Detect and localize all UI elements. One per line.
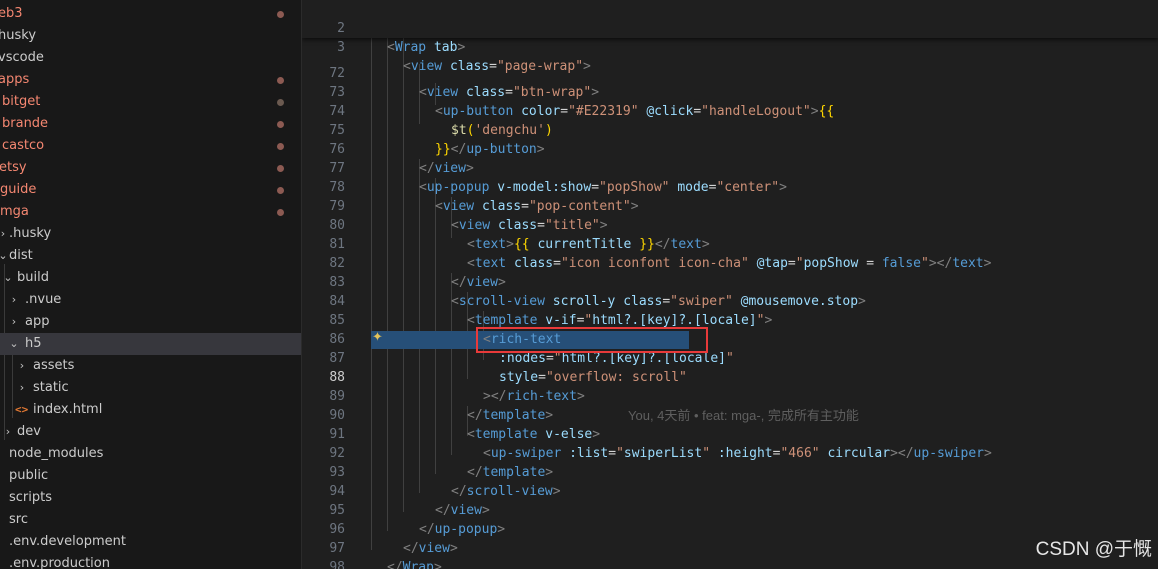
tree-item-env-production[interactable]: .env.production: [0, 553, 301, 569]
code-line[interactable]: 90 <template v-else>: [302, 387, 1158, 442]
code-line[interactable]: 93 </scroll-view>: [302, 444, 1158, 499]
tree-item-bitget[interactable]: bitget: [0, 91, 301, 113]
sticky-line[interactable]: 2 <Wrap tab>: [302, 0, 1158, 55]
code-line[interactable]: 95 </up-popup>: [302, 482, 1158, 537]
chevron-right-icon: ›: [19, 359, 25, 372]
code-line[interactable]: 76 </view>: [302, 121, 1158, 176]
code-line[interactable]: 74 $t('dengchu'): [302, 83, 1158, 138]
sparkle-icon[interactable]: ✦: [372, 330, 383, 345]
tree-item-dev[interactable]: › dev: [0, 421, 301, 443]
code-editor[interactable]: 2 <Wrap tab> 3 <view class="page-wrap"> …: [302, 0, 1158, 569]
tree-item-castco[interactable]: castco: [0, 135, 301, 157]
chevron-right-icon: ›: [11, 315, 17, 328]
sticky-line[interactable]: 3 <view class="page-wrap">: [302, 19, 1158, 74]
html-file-icon: <>: [15, 403, 29, 416]
chevron-down-icon: ⌄: [9, 337, 19, 350]
tree-item-husky-root[interactable]: husky: [0, 25, 301, 47]
code-line[interactable]: 86 :nodes="html?.[key]?.[locale]": [302, 311, 1158, 366]
chevron-down-icon: ⌄: [3, 271, 13, 284]
code-line[interactable]: 91 <up-swiper :list="swiperList" :height…: [302, 406, 1158, 461]
tree-item-static[interactable]: › static: [0, 377, 301, 399]
code-line[interactable]: 81 <text class="icon iconfont icon-cha" …: [302, 216, 1158, 271]
code-line[interactable]: 77 <up-popup v-model:show="popShow" mode…: [302, 140, 1158, 195]
tree-item-index-html[interactable]: <> index.html: [0, 399, 301, 421]
code-line[interactable]: 98 </template>: [302, 539, 1158, 569]
tree-item-etsy[interactable]: etsy: [0, 157, 301, 179]
tree-item-build[interactable]: ⌄ build: [0, 267, 301, 289]
tree-item-src[interactable]: src: [0, 509, 301, 531]
chevron-right-icon: ›: [11, 293, 17, 306]
tree-item-env-development[interactable]: .env.development: [0, 531, 301, 553]
tree-item-apps[interactable]: apps: [0, 69, 301, 91]
chevron-down-icon: ⌄: [0, 245, 9, 267]
tree-item-nvue[interactable]: › .nvue: [0, 289, 301, 311]
tree-item-guide[interactable]: guide: [0, 179, 301, 201]
code-line[interactable]: 80 <text>{{ currentTitle }}</text>: [302, 197, 1158, 252]
chevron-right-icon: ›: [0, 227, 6, 240]
code-line[interactable]: 83 <scroll-view scroll-y class="swiper" …: [302, 254, 1158, 309]
tree-item-public[interactable]: public: [0, 465, 301, 487]
tree-item-dist[interactable]: ⌄ dist: [0, 245, 301, 267]
explorer-sidebar: eb3 husky vscode apps bitget brande cast…: [0, 0, 302, 569]
code-line[interactable]: 79 <view class="title">: [302, 178, 1158, 233]
code-line[interactable]: 78 <view class="pop-content">: [302, 159, 1158, 214]
code-line[interactable]: 97 </Wrap>: [302, 520, 1158, 569]
code-line[interactable]: 94 </view>: [302, 463, 1158, 518]
tree-item-dot-husky[interactable]: › .husky: [0, 223, 301, 245]
code-line[interactable]: 84 <template v-if="html?.[key]?.[locale]…: [302, 273, 1158, 328]
annotation-box: [476, 327, 708, 353]
tree-item-mga[interactable]: mga: [0, 201, 301, 223]
code-line-highlighted[interactable]: 87 style="overflow: scroll": [302, 330, 1158, 385]
tree-item-h5[interactable]: ⌄ h5: [0, 333, 301, 355]
code-line[interactable]: 92 </template>: [302, 425, 1158, 480]
tree-item-app[interactable]: › app: [0, 311, 301, 333]
tree-item-eb3[interactable]: eb3: [0, 3, 301, 25]
tree-item-brande[interactable]: brande: [0, 113, 301, 135]
chevron-right-icon: ›: [5, 425, 11, 438]
code-line-current[interactable]: 88 ></rich-text> You, 4天前 • feat: mga-, …: [302, 349, 1158, 423]
code-line[interactable]: 85 <rich-text: [302, 292, 1158, 347]
tree-item-vscode[interactable]: vscode: [0, 47, 301, 69]
sticky-scroll-header[interactable]: 2 <Wrap tab> 3 <view class="page-wrap">: [302, 0, 1158, 74]
tree-item-scripts[interactable]: scripts: [0, 487, 301, 509]
tree-item-assets[interactable]: › assets: [0, 355, 301, 377]
chevron-right-icon: ›: [19, 381, 25, 394]
code-line[interactable]: 89 </template>: [302, 368, 1158, 423]
watermark: CSDN @于慨: [1035, 539, 1152, 560]
code-line[interactable]: 75 }}</up-button>: [302, 102, 1158, 157]
code-line[interactable]: 82 </view>: [302, 235, 1158, 290]
tree-item-node-modules[interactable]: node_modules: [0, 443, 301, 465]
code-line[interactable]: 96 </view>: [302, 501, 1158, 556]
